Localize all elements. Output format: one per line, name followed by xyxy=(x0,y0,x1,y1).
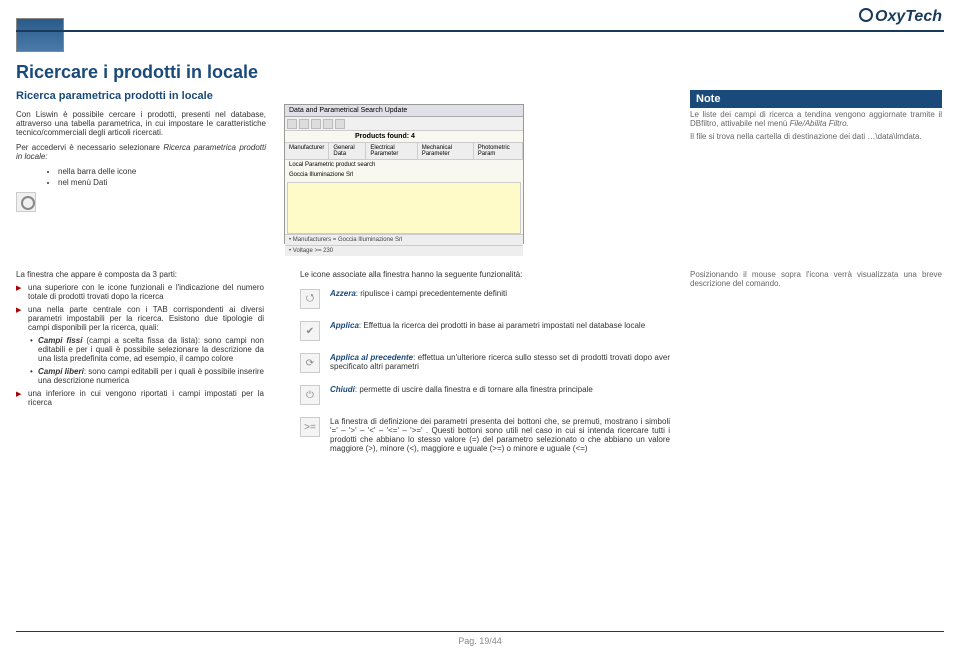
icon-row-applica: ✔ Applica: Effettua la ricerca dei prodo… xyxy=(300,321,670,341)
toolbar-icon xyxy=(323,119,333,129)
toolbar-icon xyxy=(311,119,321,129)
icon-row-chiudi: ⏻ Chiudi: permette di uscire dalla fines… xyxy=(300,385,670,405)
arrow-item: una superiore con le icone funzionali e … xyxy=(16,283,264,301)
window-toolbar xyxy=(285,117,523,131)
results-area xyxy=(287,182,521,234)
tab: Electrical Parameter xyxy=(366,143,417,159)
status-line-1: • Manufacturers = Goccia Illuminazione S… xyxy=(285,234,523,245)
col-left-list: nella barra delle icone nel menù Dati xyxy=(58,167,266,187)
embedded-screenshot: Data and Parametrical Search Update Prod… xyxy=(284,104,524,244)
bullet-item: Campi liberi: sono campi editabili per i… xyxy=(16,367,264,385)
icon-row-azzera: ⭯ Azzera: ripulisce i campi precedenteme… xyxy=(300,289,670,309)
window-title: Data and Parametrical Search Update xyxy=(285,105,523,117)
toolbar-icon xyxy=(287,119,297,129)
lower-mid-lead: Le icone associate alla finestra hanno l… xyxy=(300,270,670,279)
tabs-row: Manufacturer General Data Electrical Par… xyxy=(285,143,523,160)
row-value: Goccia Illuminazione Srl xyxy=(285,170,523,180)
lower-left-intro: La finestra che appare è composta da 3 p… xyxy=(16,270,264,279)
list-item: nel menù Dati xyxy=(58,178,266,187)
lower-right-column: Posizionando il mouse sopra l'icona verr… xyxy=(690,270,942,288)
apply-prev-icon: ⟳ xyxy=(300,353,320,373)
col-left-p2: Per accedervi è necessario selezionare R… xyxy=(16,143,266,161)
footer-text: Pag. 19/44 xyxy=(0,636,960,646)
operators-text: La finestra di definizione dei parametri… xyxy=(330,417,670,453)
apply-icon: ✔ xyxy=(300,321,320,341)
page-title: Ricercare i prodotti in locale xyxy=(16,62,258,83)
subtitle: Ricerca parametrica prodotti in locale xyxy=(16,90,213,102)
tab: General Data xyxy=(329,143,366,159)
icon-row-applica-prev: ⟳ Applica al precedente: effettua un'ult… xyxy=(300,353,670,373)
arrow-item: una inferiore in cui vengono riportati i… xyxy=(16,389,264,407)
top-rule xyxy=(16,30,944,32)
icon-row-operators: >= La finestra di definizione dei parame… xyxy=(300,417,670,453)
search-icon xyxy=(16,192,36,212)
section-label: Local Parametric product search xyxy=(285,160,523,170)
tab: Manufacturer xyxy=(285,143,329,159)
operator-icon: >= xyxy=(300,417,320,437)
col-left-p1: Con Liswin è possibile cercare i prodott… xyxy=(16,110,266,137)
tab: Mechanical Parameter xyxy=(418,143,474,159)
reset-icon: ⭯ xyxy=(300,289,320,309)
brand-ring-icon xyxy=(859,8,873,22)
bullet-item: Campi fissi (campi a scelta fissa da lis… xyxy=(16,336,264,363)
products-found: Products found: 4 xyxy=(285,131,523,143)
arrow-item: una nella parte centrale con i TAB corri… xyxy=(16,305,264,332)
note-column: Le liste dei campi di ricerca a tendina … xyxy=(690,110,942,145)
list-item: nella barra delle icone xyxy=(58,167,266,176)
note-badge: Note xyxy=(690,90,942,108)
close-icon: ⏻ xyxy=(300,385,320,405)
lower-left-column: La finestra che appare è composta da 3 p… xyxy=(16,270,264,411)
toolbar-icon xyxy=(335,119,345,129)
toolbar-icon xyxy=(299,119,309,129)
note-p1: Le liste dei campi di ricerca a tendina … xyxy=(690,110,942,128)
status-line-2: • Voltage >= 230 xyxy=(285,245,523,256)
col-left: Con Liswin è possibile cercare i prodott… xyxy=(16,110,266,189)
note-p2: Il file si trova nella cartella di desti… xyxy=(690,132,942,141)
lower-mid-column: Le icone associate alla finestra hanno l… xyxy=(300,270,670,465)
brand-label: OxyTech xyxy=(859,8,942,26)
app-logo-thumb xyxy=(16,18,64,52)
tab: Photometric Param xyxy=(474,143,523,159)
lower-right-p1: Posizionando il mouse sopra l'icona verr… xyxy=(690,270,942,288)
brand-text: OxyTech xyxy=(875,8,942,25)
footer-rule xyxy=(16,631,944,632)
